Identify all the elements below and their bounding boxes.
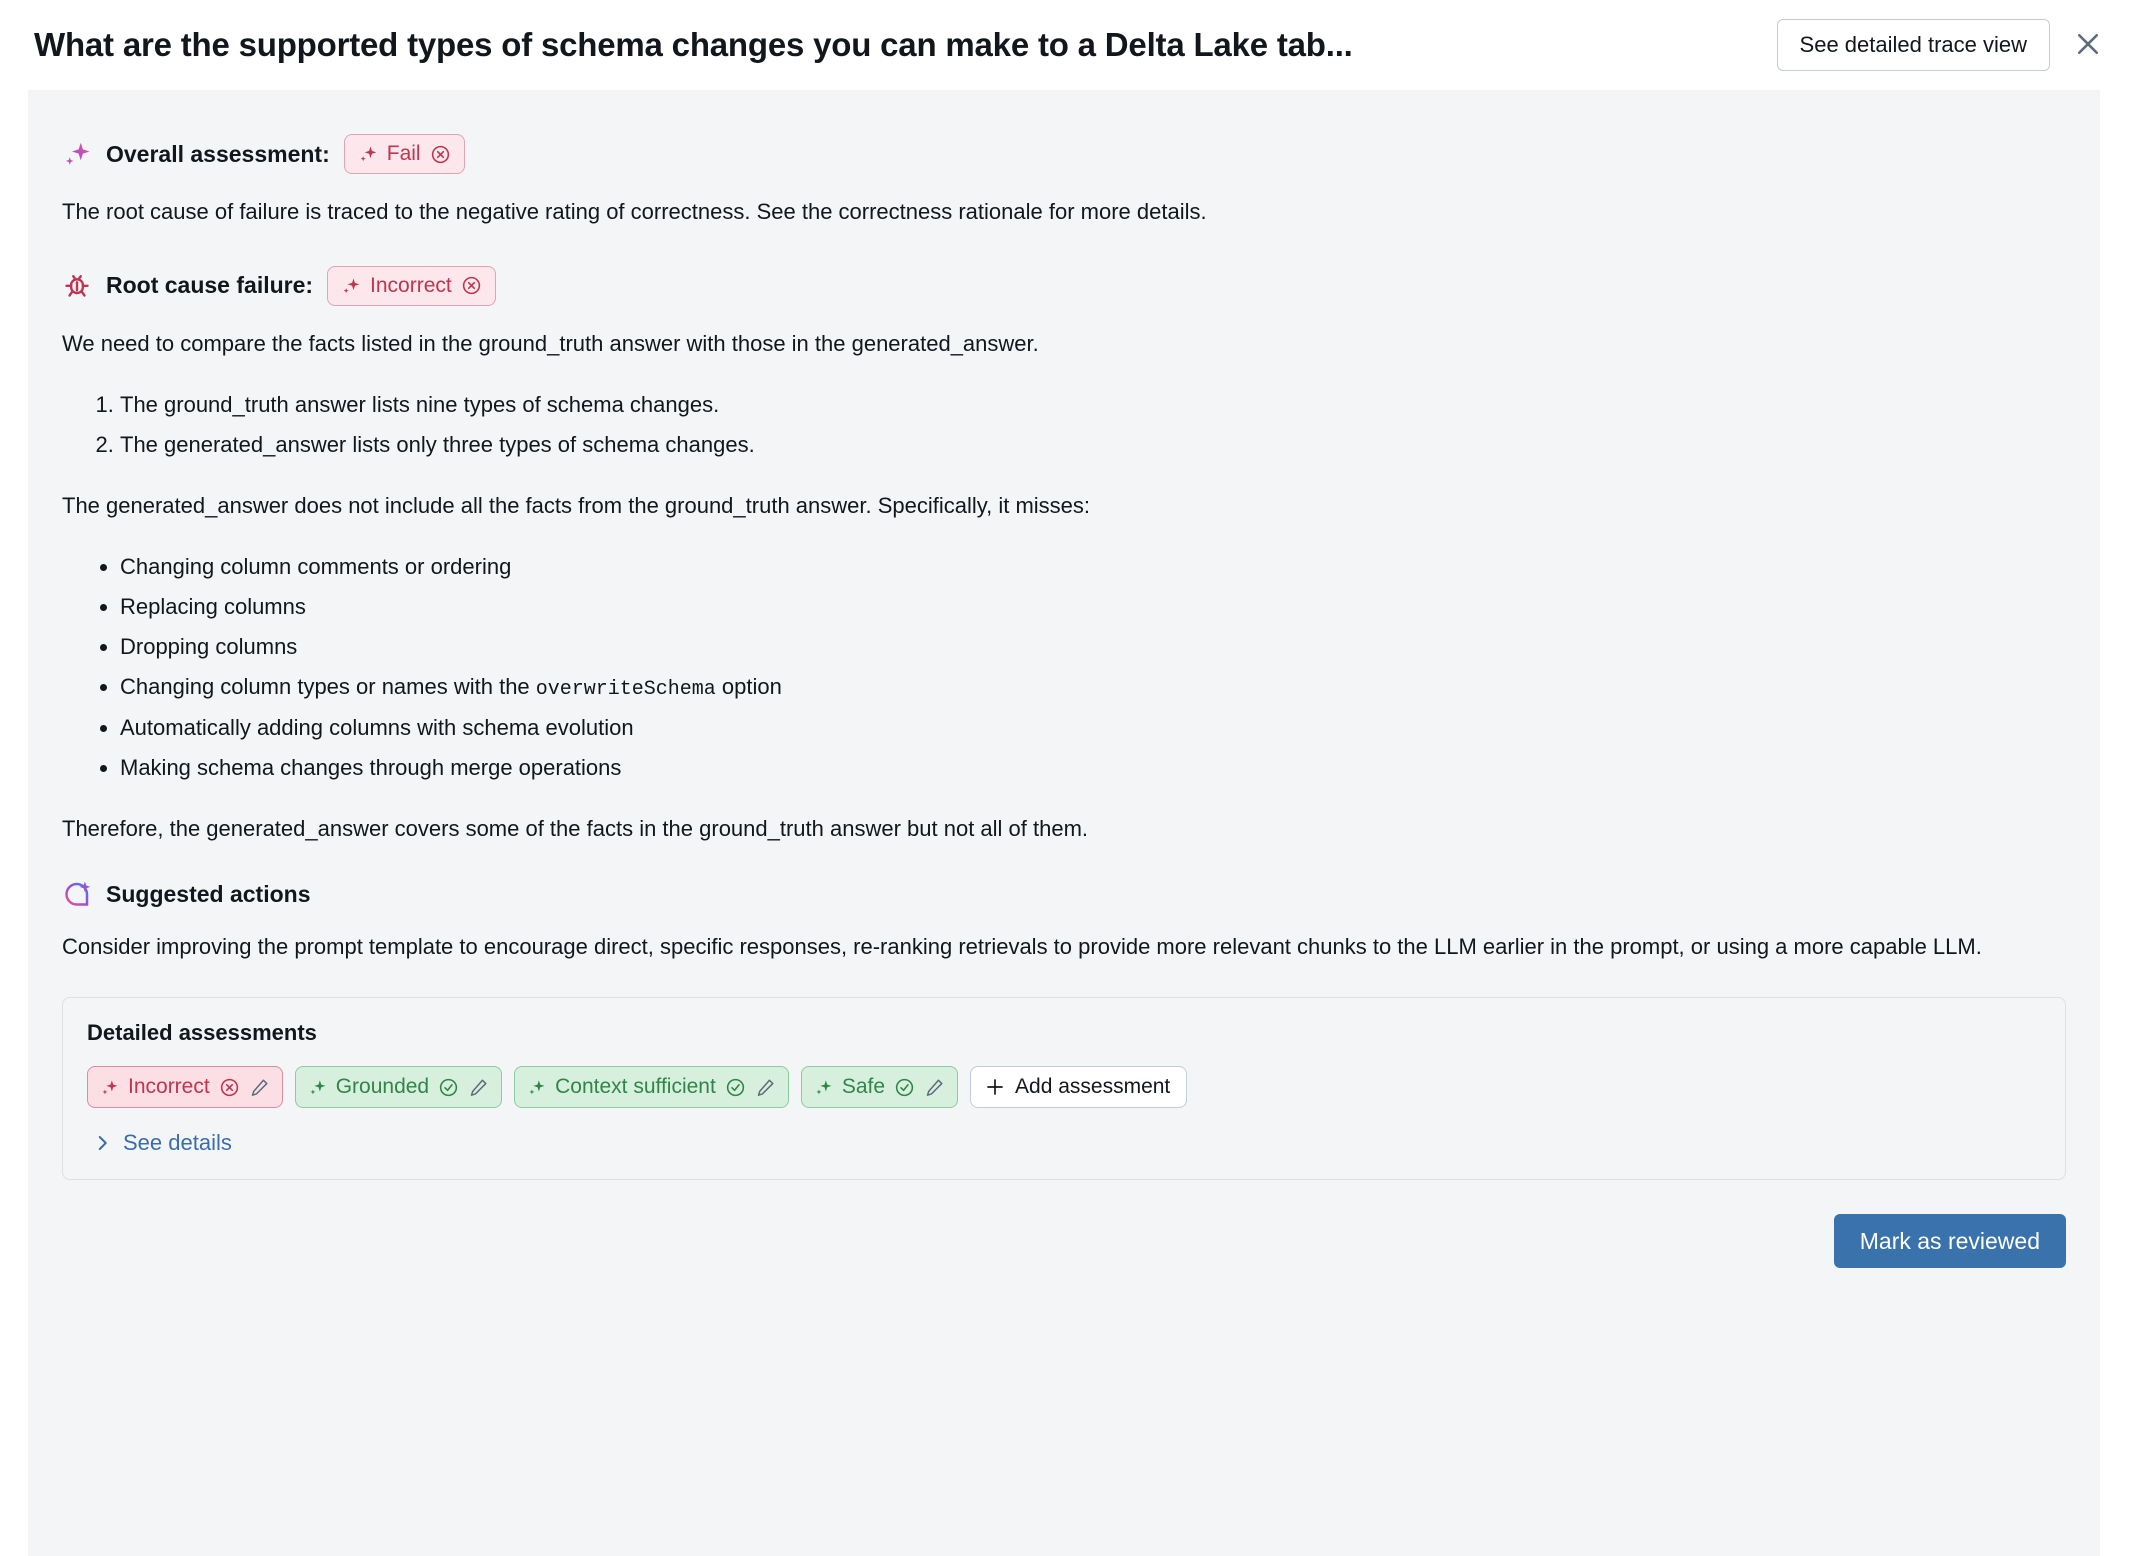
list-item: Automatically adding columns with schema…: [120, 711, 2066, 745]
suggested-actions-header: Suggested actions: [62, 879, 2066, 909]
overall-assessment-header: Overall assessment: Fail: [62, 134, 2066, 174]
sparkle-icon: [814, 1078, 833, 1097]
see-details-label: See details: [123, 1130, 232, 1156]
detailed-assessments-panel: Detailed assessments Incorrect Grounded …: [62, 997, 2066, 1181]
check-circle-icon: [438, 1077, 459, 1098]
pencil-icon[interactable]: [755, 1077, 776, 1098]
assessment-chip-safe[interactable]: Safe: [800, 1066, 959, 1109]
sparkle-icon: [358, 144, 378, 164]
suggested-actions-label: Suggested actions: [106, 880, 311, 907]
overall-assessment-description: The root cause of failure is traced to t…: [62, 199, 1207, 224]
list-item-text: Automatically adding columns with schema…: [120, 715, 634, 741]
code-span: overwriteSchema: [535, 678, 716, 702]
pencil-icon[interactable]: [249, 1077, 270, 1098]
assessment-chip-label: Safe: [841, 1075, 886, 1099]
sparkle-icon: [527, 1078, 546, 1097]
list-item: Changing column types or names with the …: [120, 670, 2066, 705]
check-circle-icon: [725, 1077, 746, 1098]
page-title: What are the supported types of schema c…: [34, 26, 1353, 64]
add-assessment-button[interactable]: Add assessment: [970, 1066, 1188, 1109]
suggested-actions-text: Consider improving the prompt template t…: [62, 934, 1982, 960]
list-item: Making schema changes through merge oper…: [120, 751, 2066, 785]
root-cause-conclusion: Therefore, the generated_answer covers s…: [62, 816, 1089, 842]
overall-assessment-badge[interactable]: Fail: [343, 134, 465, 174]
mark-as-reviewed-button[interactable]: Mark as reviewed: [1833, 1214, 2066, 1269]
list-item-text: Replacing columns: [120, 593, 306, 619]
list-item-text: Changing column comments or ordering: [120, 553, 512, 579]
chevron-right-icon: [93, 1134, 111, 1152]
see-detailed-trace-view-button[interactable]: See detailed trace view: [1776, 19, 2050, 71]
sparkle-icon: [62, 139, 92, 169]
sparkle-icon: [308, 1078, 327, 1097]
list-item: The ground_truth answer lists nine types…: [120, 388, 2066, 422]
pencil-icon[interactable]: [468, 1077, 489, 1098]
root-cause-misses-list: Changing column comments or ordering Rep…: [62, 550, 2066, 785]
x-circle-icon: [219, 1077, 240, 1098]
plus-icon: [983, 1075, 1007, 1099]
list-item: Changing column comments or ordering: [120, 550, 2066, 584]
close-icon: [2073, 29, 2103, 62]
add-assessment-label: Add assessment: [1015, 1075, 1171, 1099]
assessment-chip-label: Grounded: [335, 1075, 430, 1099]
detailed-assessments-title: Detailed assessments: [87, 1020, 317, 1046]
overall-assessment-label: Overall assessment:: [106, 140, 330, 167]
root-cause-intro: We need to compare the facts listed in t…: [62, 330, 1039, 356]
x-circle-icon: [430, 144, 451, 165]
bug-icon: [62, 271, 92, 301]
assessment-chip-incorrect[interactable]: Incorrect: [87, 1066, 283, 1109]
assessment-chip-label: Context sufficient: [555, 1075, 716, 1099]
list-item-text: Dropping columns: [120, 634, 298, 660]
assessment-card: Overall assessment: Fail The root cause …: [28, 90, 2100, 1556]
see-details-toggle[interactable]: See details: [87, 1130, 232, 1156]
assessment-chip-context-sufficient[interactable]: Context sufficient: [514, 1066, 789, 1109]
root-cause-numbered-list: The ground_truth answer lists nine types…: [62, 388, 2066, 462]
list-item-text: option: [715, 674, 782, 700]
root-cause-misses-intro: The generated_answer does not include al…: [62, 492, 1091, 518]
suggestion-bubble-icon: [62, 879, 92, 909]
sparkle-icon: [100, 1078, 119, 1097]
root-cause-failure-header: Root cause failure: Incorrect: [62, 265, 2066, 306]
x-circle-icon: [461, 275, 482, 296]
root-cause-failure-badge-label: Incorrect: [370, 273, 452, 297]
list-item: Dropping columns: [120, 630, 2066, 664]
sparkle-icon: [341, 276, 361, 296]
list-item-text: Changing column types or names with the: [120, 674, 536, 700]
pencil-icon[interactable]: [924, 1077, 945, 1098]
list-item-text: Making schema changes through merge oper…: [120, 755, 622, 781]
check-circle-icon: [894, 1077, 915, 1098]
dialog-header: What are the supported types of schema c…: [0, 0, 2134, 90]
assessment-chip-grounded[interactable]: Grounded: [294, 1066, 503, 1109]
list-item: The generated_answer lists only three ty…: [120, 428, 2066, 462]
close-button[interactable]: [2066, 23, 2110, 67]
root-cause-failure-badge[interactable]: Incorrect: [327, 265, 496, 306]
list-item: Replacing columns: [120, 590, 2066, 624]
card-footer: Mark as reviewed: [28, 1180, 2100, 1269]
overall-assessment-badge-label: Fail: [386, 142, 421, 165]
root-cause-failure-label: Root cause failure:: [106, 272, 314, 299]
assessment-chip-label: Incorrect: [128, 1075, 210, 1099]
assessment-chips: Incorrect Grounded Context sufficient Sa…: [87, 1066, 2041, 1109]
